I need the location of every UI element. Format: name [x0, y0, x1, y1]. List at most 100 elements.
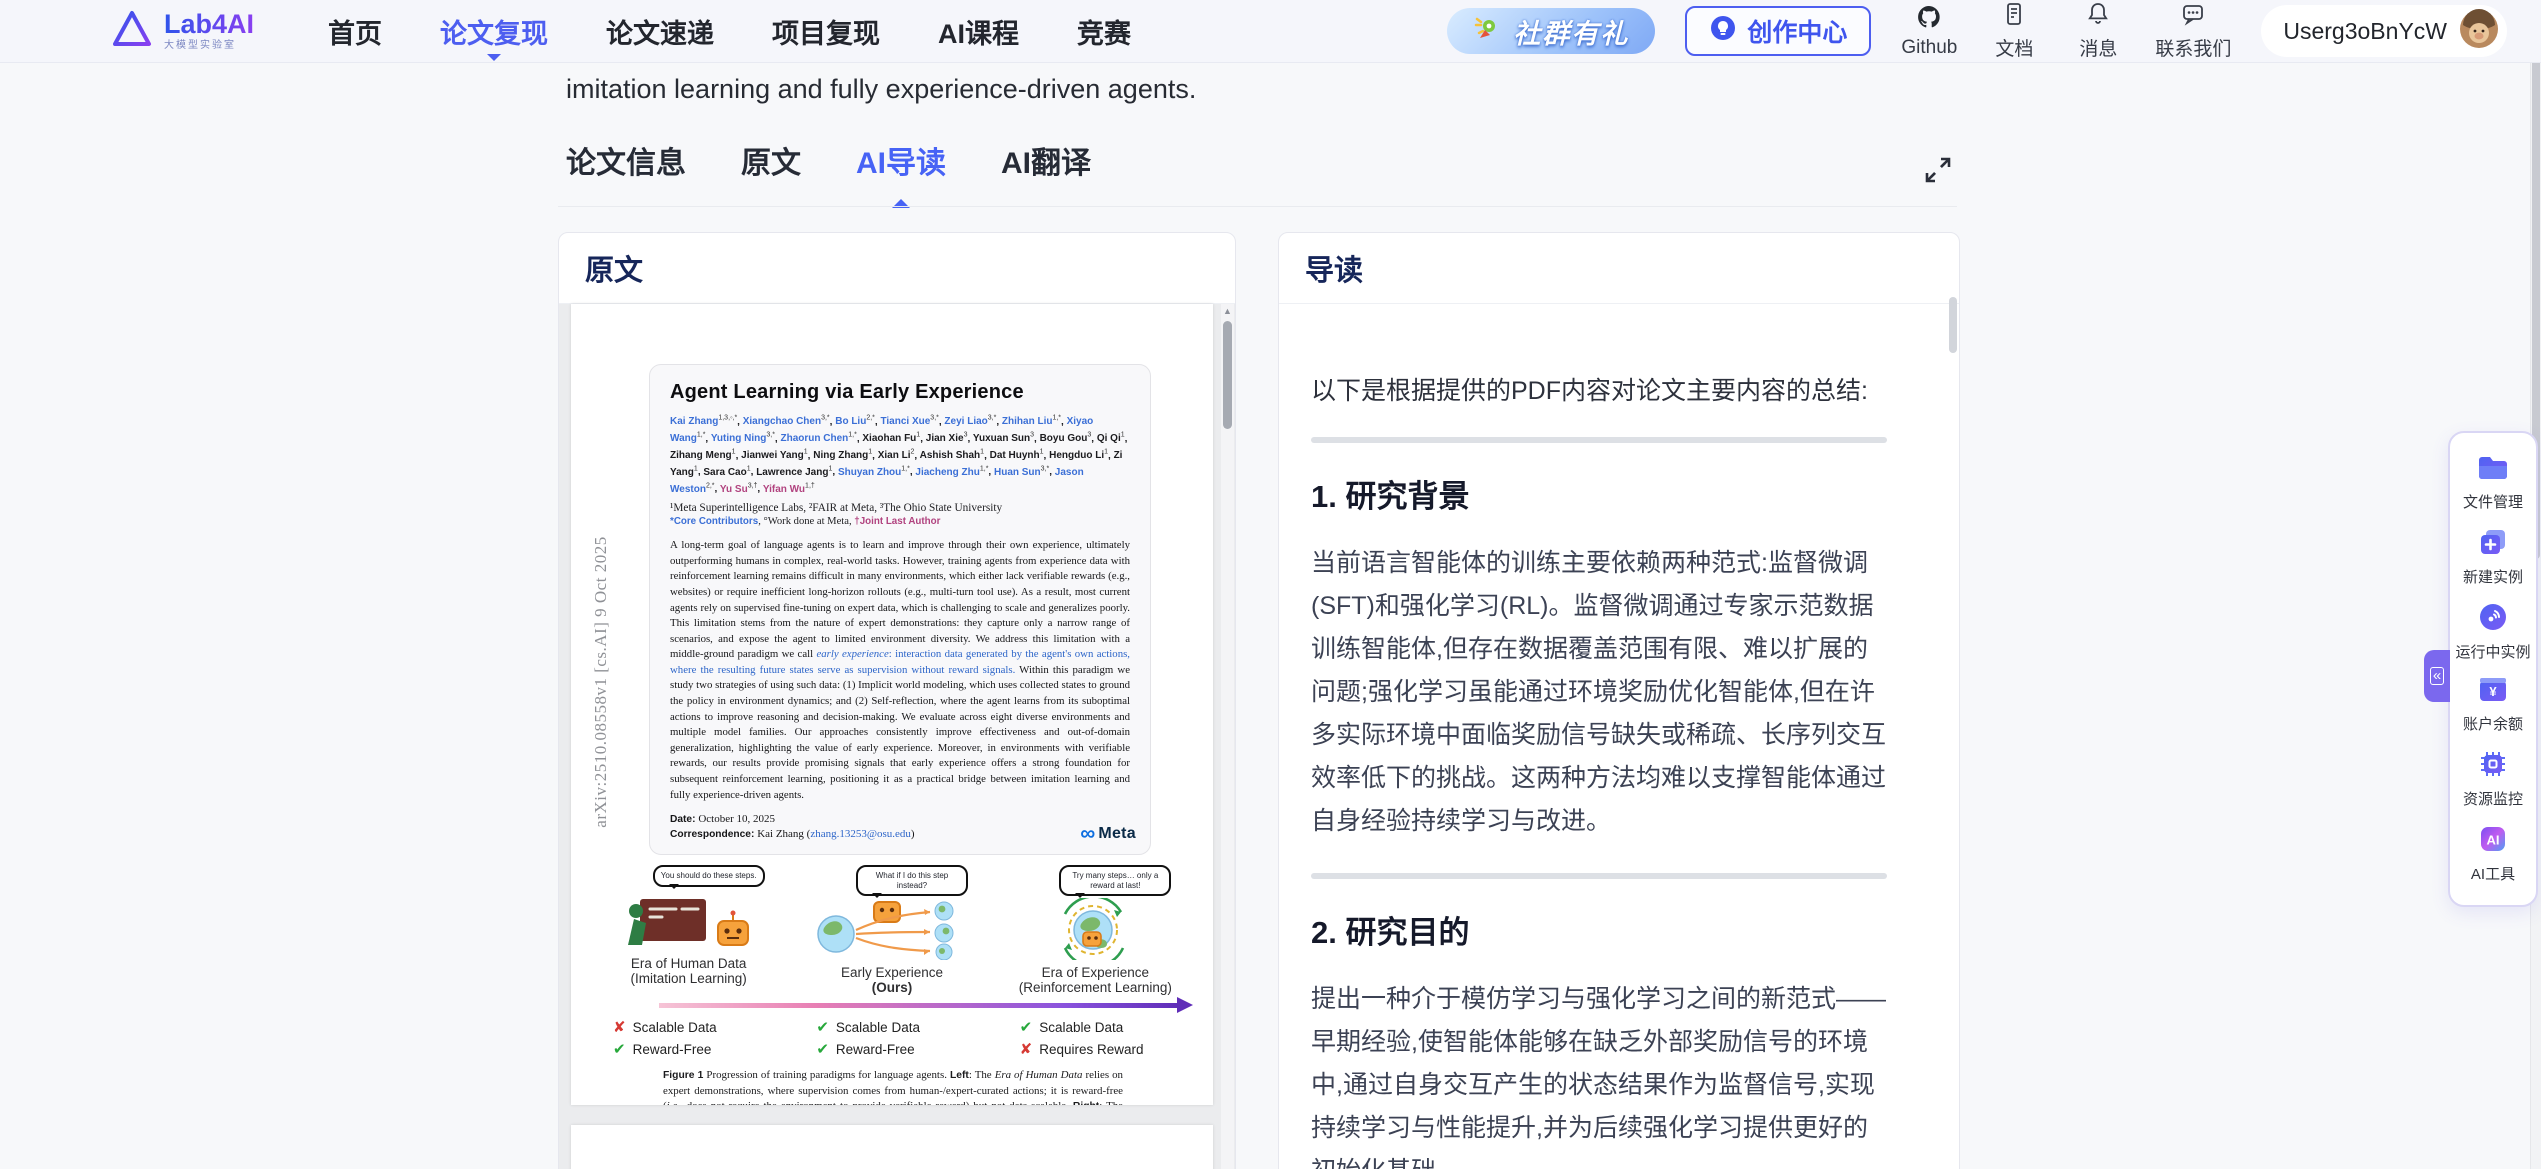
- pdf-page-2: [571, 1125, 1213, 1169]
- side-toolbar: 文件管理 新建实例 运行中实例: [2448, 431, 2538, 907]
- tab-ai-translate[interactable]: AI翻译: [1001, 138, 1091, 182]
- tab-paper-info[interactable]: 论文信息: [566, 138, 686, 182]
- author[interactable]: Bo Liu2,*: [835, 416, 875, 427]
- author[interactable]: Kai Zhang1,3,◦,*: [670, 416, 737, 427]
- document-icon: [2001, 1, 2027, 32]
- figure-col-early-experience: What if I do this step instead?: [790, 865, 993, 995]
- left-panel-title: 原文: [585, 247, 643, 289]
- nav-item-project-repro[interactable]: 项目复现: [772, 12, 880, 51]
- nav-item-paper-express[interactable]: 论文速递: [606, 12, 714, 51]
- tool-ai-tools[interactable]: AI AI工具: [2471, 824, 2515, 884]
- abstract: A long-term goal of language agents is t…: [670, 538, 1130, 803]
- author[interactable]: Yifan Wu1,†: [763, 484, 815, 495]
- tool-running-instances[interactable]: 运行中实例: [2455, 602, 2530, 662]
- nav-item-paper-repro[interactable]: 论文复现: [440, 12, 548, 51]
- tool-file-manager[interactable]: 文件管理: [2463, 454, 2523, 512]
- nav-item-ai-course[interactable]: AI课程: [938, 12, 1019, 51]
- logo-subtitle: 大模型实验室: [164, 41, 254, 51]
- section-heading-background: 1. 研究背景: [1311, 471, 1887, 516]
- checklist-human-data: ✘Scalable Data ✔Reward-Free: [587, 1018, 790, 1058]
- docs-link[interactable]: 文档: [1987, 1, 2041, 61]
- logo-text: Lab4AI 大模型实验室: [164, 11, 254, 51]
- author: Jian Xie3: [926, 433, 968, 444]
- tab-ai-guide[interactable]: AI导读: [856, 138, 946, 182]
- cross-icon: ✘: [1020, 1040, 1033, 1058]
- check-icon: ✔: [816, 1040, 829, 1058]
- paper-tabs: 论文信息 原文 AI导读 AI翻译: [566, 138, 1091, 182]
- author[interactable]: Tianci Xue3,*: [880, 416, 938, 427]
- community-gift-badge[interactable]: 社群有礼: [1447, 8, 1655, 54]
- affiliations: ¹Meta Superintelligence Labs, ²FAIR at M…: [670, 502, 1130, 514]
- app-root: Lab4AI 大模型实验室 首页 论文复现 论文速递 项目复现 AI课程 竞赛: [0, 0, 2541, 1169]
- nav-item-home[interactable]: 首页: [328, 12, 382, 51]
- toolbar-collapse-tab[interactable]: «: [2424, 650, 2450, 702]
- author[interactable]: Zhihan Liu1,*: [1002, 416, 1061, 427]
- paradigm-gradient-arrow: [659, 1001, 1189, 1010]
- collapse-icon: «: [2430, 667, 2444, 685]
- correspondence-email-link[interactable]: zhang.13253@osu.edu: [810, 828, 911, 840]
- scroll-up-arrow-icon[interactable]: ▲: [1221, 306, 1234, 316]
- user-menu[interactable]: Userg3oBnYcW: [2261, 5, 2507, 57]
- navbar: Lab4AI 大模型实验室 首页 论文复现 论文速递 项目复现 AI课程 竞赛: [0, 0, 2541, 63]
- check-icon: ✔: [816, 1018, 829, 1036]
- contact-us-link[interactable]: 联系我们: [2155, 1, 2231, 61]
- section-divider: [1311, 437, 1887, 443]
- tool-account-balance[interactable]: ¥ 账户余额: [2463, 676, 2523, 734]
- fullscreen-button[interactable]: [1917, 150, 1959, 192]
- author: Sara Cao1: [703, 467, 750, 478]
- author[interactable]: Yu Su3,†: [720, 484, 758, 495]
- figure-col-era-experience: Try many steps… only a reward at last!: [994, 865, 1197, 995]
- author[interactable]: Xiangchao Chen3,*: [743, 416, 830, 427]
- meta-logo: ∞ Meta: [1080, 823, 1136, 844]
- logo[interactable]: Lab4AI 大模型实验室: [112, 10, 254, 53]
- right-panel-title: 导读: [1305, 247, 1363, 289]
- community-gift-icon: [1473, 13, 1503, 50]
- cyclic-globe-illustration: [1035, 898, 1155, 962]
- messages-link[interactable]: 消息: [2071, 1, 2125, 61]
- robot-branching-worlds-illustration: [812, 898, 972, 962]
- left-panel-header: 原文: [559, 233, 1235, 304]
- author: Dat Huynh1: [990, 450, 1044, 461]
- author: Qi Qi1: [1097, 433, 1125, 444]
- nav-item-competition[interactable]: 竞赛: [1077, 12, 1131, 51]
- bulb-icon: [1709, 14, 1737, 49]
- github-link[interactable]: Github: [1901, 4, 1957, 59]
- pdf-scrollbar[interactable]: ▲: [1221, 304, 1234, 1169]
- author[interactable]: Shuyan Zhou1,*: [838, 467, 910, 478]
- tab-original-text[interactable]: 原文: [741, 138, 801, 182]
- author: Ashish Shah1: [920, 450, 984, 461]
- checklist-early-experience: ✔Scalable Data ✔Reward-Free: [790, 1018, 993, 1058]
- author[interactable]: Zhaorun Chen1,*: [780, 433, 856, 444]
- author: Hengduo Li1: [1049, 450, 1108, 461]
- tool-new-instance[interactable]: 新建实例: [2463, 527, 2523, 587]
- section-heading-purpose: 2. 研究目的: [1311, 907, 1887, 952]
- author[interactable]: Yuting Ning3,*: [711, 433, 775, 444]
- logo-icon: [112, 10, 152, 53]
- author[interactable]: Huan Sun3,*: [994, 467, 1049, 478]
- wallet-yuan-icon: ¥: [2478, 676, 2508, 709]
- chip-icon: [2478, 749, 2508, 784]
- original-paper-panel: 原文 arXiv:2510.08558v1 [cs.AI] 9 Oct 2025…: [558, 232, 1236, 1169]
- pdf-viewer[interactable]: arXiv:2510.08558v1 [cs.AI] 9 Oct 2025 Ag…: [559, 304, 1235, 1169]
- svg-text:¥: ¥: [2489, 684, 2497, 699]
- author: Ning Zhang1: [813, 450, 872, 461]
- author: Xian Li2: [878, 450, 915, 461]
- guide-scrollbar[interactable]: [1949, 305, 1957, 1169]
- author[interactable]: Zeyi Liao3,*: [944, 416, 996, 427]
- chat-icon: [2180, 1, 2206, 32]
- ai-guide-content[interactable]: 以下是根据提供的PDF内容对论文主要内容的总结: 1. 研究背景 当前语言智能体…: [1279, 304, 1959, 1169]
- author[interactable]: Jiacheng Zhu1,*: [915, 467, 988, 478]
- paper-header-box: Agent Learning via Early Experience Kai …: [649, 364, 1151, 855]
- section-divider: [1311, 873, 1887, 879]
- creator-center-button[interactable]: 创作中心: [1685, 6, 1871, 56]
- tool-resource-monitor[interactable]: 资源监控: [2463, 749, 2523, 809]
- running-instance-icon: [2478, 602, 2508, 637]
- arxiv-sidebar-text: arXiv:2510.08558v1 [cs.AI] 9 Oct 2025: [591, 536, 611, 827]
- pdf-scrollbar-thumb[interactable]: [1223, 321, 1232, 429]
- section-body-background: 当前语言智能体的训练主要依赖两种范式:监督微调(SFT)和强化学习(RL)。监督…: [1311, 542, 1887, 843]
- guide-intro: 以下是根据提供的PDF内容对论文主要内容的总结:: [1311, 371, 1887, 407]
- main-nav: 首页 论文复现 论文速递 项目复现 AI课程 竞赛: [328, 12, 1131, 51]
- fullscreen-icon: [1920, 176, 1956, 191]
- author: Jianwei Yang1: [741, 450, 808, 461]
- guide-scrollbar-thumb[interactable]: [1949, 297, 1957, 353]
